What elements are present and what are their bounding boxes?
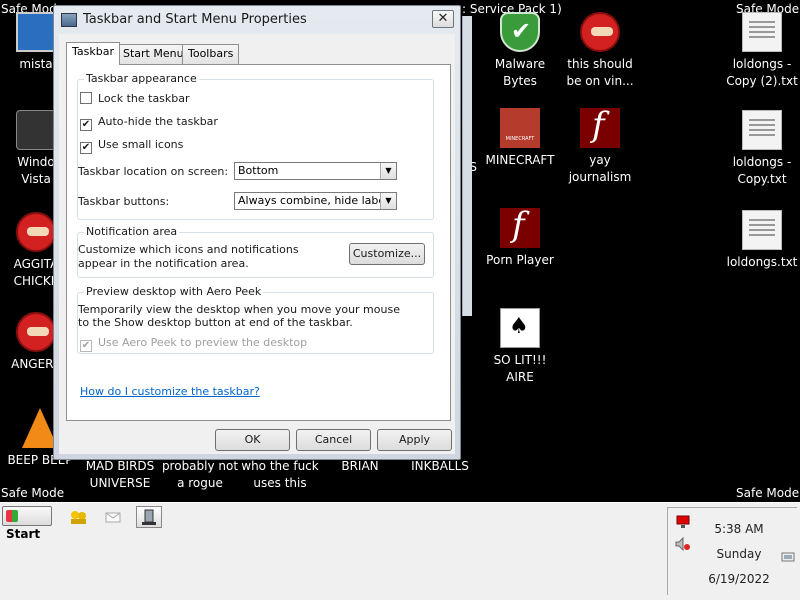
aero-peek-group: Preview desktop with Aero Peek Temporari… [77,285,434,354]
lock-taskbar-checkbox[interactable]: Lock the taskbar [80,92,190,105]
desktop-icon-porn-player[interactable]: Porn Player [478,205,562,269]
title-bar[interactable]: Taskbar and Start Menu Properties ✕ [54,6,460,33]
taskbar-properties-icon [61,13,77,27]
notification-description: Customize which icons and notifications … [78,243,299,270]
group-title-notification: Notification area [84,225,180,238]
angry-bird-icon [580,12,620,52]
small-icons-checkbox[interactable]: ✔ Use small icons [80,138,183,154]
angry-bird-icon [16,212,56,252]
start-button[interactable]: Start [2,506,52,541]
desktop-icon-brian[interactable]: BRIAN [318,458,402,475]
close-button[interactable]: ✕ [432,10,454,28]
taskbar: Start 5:38 AM Sunday 6/19/2022 [0,502,800,600]
clock-date[interactable]: 6/19/2022 [704,572,774,586]
desktop-icon-this-should[interactable]: this should be on vin... [558,12,642,90]
dialog-body: Taskbar Start Menu Toolbars Taskbar appe… [59,34,455,454]
check-icon: ✔ [80,119,92,131]
safe-mode-label-bottom-right: Safe Mode [736,486,800,500]
shield-icon [500,12,540,52]
flash-icon [580,105,620,148]
taskbar-properties-window[interactable]: Taskbar and Start Menu Properties ✕ Task… [53,5,472,460]
desktop-icon-loldongs[interactable]: loldongs.txt [720,210,800,271]
text-file-icon [742,12,782,52]
desktop-icon-probably-not[interactable]: probably not a rogue [158,458,242,492]
tab-start-menu[interactable]: Start Menu [117,44,190,64]
desktop-icon-loldongs-copy[interactable]: loldongs - Copy.txt [720,110,800,188]
desktop-icon-minecraft[interactable]: MINECRAFT [478,108,562,169]
notification-tray: 5:38 AM Sunday 6/19/2022 [667,507,797,595]
location-dropdown[interactable]: Bottom ▼ [234,162,397,180]
clock-time[interactable]: 5:38 AM [704,522,774,536]
buttons-dropdown[interactable]: Always combine, hide labels ▼ [234,192,397,210]
aero-peek-description: Temporarily view the desktop when you mo… [78,303,400,329]
users-icon[interactable] [70,509,86,524]
speaker-muted-icon[interactable] [675,536,691,555]
cancel-button[interactable]: Cancel [296,429,371,451]
taskbar-appearance-group: Taskbar appearance Lock the taskbar ✔ Aut… [77,72,434,220]
windows-logo-icon [6,510,18,522]
desktop-icon-so-lit-aire[interactable]: SO LIT!!! AIRE [478,308,562,386]
clock-day[interactable]: Sunday [704,547,774,561]
location-label: Taskbar location on screen: [78,165,229,178]
vista-icon [16,110,56,150]
apply-button[interactable]: Apply [377,429,452,451]
envelope-icon[interactable] [104,509,121,523]
minecraft-icon [500,108,540,148]
chevron-down-icon: ▼ [380,193,396,209]
taskbar-properties-task-button[interactable] [136,506,162,528]
desktop-icon-loldongs-copy-2[interactable]: loldongs - Copy (2).txt [720,12,800,90]
auto-hide-checkbox[interactable]: ✔ Auto-hide the taskbar [80,115,218,131]
ok-button[interactable]: OK [215,429,290,451]
text-file-icon [742,210,782,250]
tab-toolbars[interactable]: Toolbars [182,44,240,64]
group-title-aero-peek: Preview desktop with Aero Peek [84,285,264,298]
desktop-icon-inkballs[interactable]: INKBALLS [398,458,482,475]
angry-bird-icon [16,312,56,352]
aero-peek-checkbox: ✔ Use Aero Peek to preview the desktop [80,336,308,352]
desktop-icon-who-the-fuck[interactable]: who the fuck uses this [238,458,322,492]
monitor-icon [16,12,56,52]
window-title: Taskbar and Start Menu Properties [83,12,307,27]
customize-button[interactable]: Customize... [349,243,425,265]
flash-icon [500,205,540,248]
chevron-down-icon: ▼ [380,163,396,179]
safe-mode-label-bottom-left: Safe Mode [1,486,65,500]
desktop-icon-yay-journalism[interactable]: yay journalism [558,105,642,186]
taskbar-tab-panel: Taskbar appearance Lock the taskbar ✔ Aut… [66,64,451,421]
scrollbar[interactable] [462,16,472,316]
network-icon[interactable] [675,514,691,533]
desktop-icon-malware-bytes[interactable]: Malware Bytes [478,12,562,90]
show-desktop-icon[interactable] [781,548,795,567]
group-title-appearance: Taskbar appearance [84,72,199,85]
check-icon: ✔ [80,142,92,154]
tab-taskbar[interactable]: Taskbar [66,42,120,65]
help-link[interactable]: How do I customize the taskbar? [80,385,260,398]
text-file-icon [742,110,782,150]
desktop-icon-mad-birds[interactable]: MAD BIRDS UNIVERSE [78,458,162,492]
buttons-label: Taskbar buttons: [78,195,170,208]
solitaire-cards-icon [500,308,540,348]
check-icon: ✔ [80,340,92,352]
checkbox-box [80,92,92,104]
notification-area-group: Notification area Customize which icons … [77,225,434,278]
